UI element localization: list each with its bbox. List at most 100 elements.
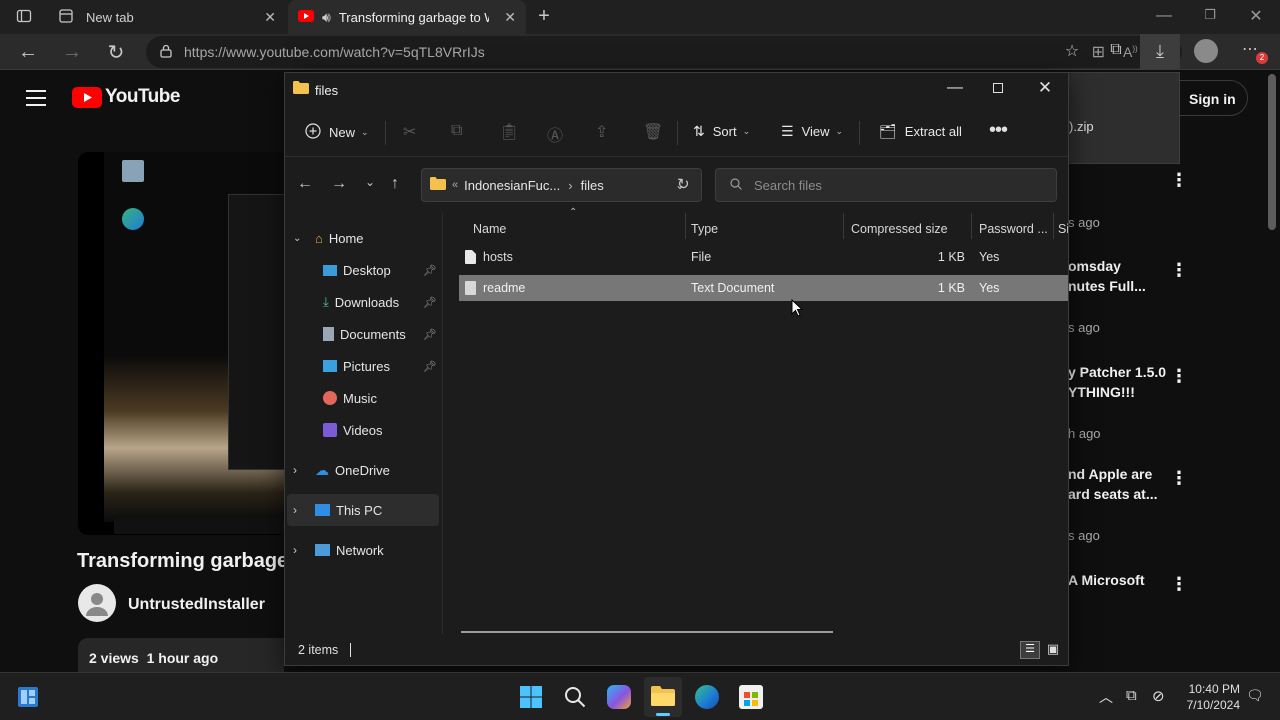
view-button[interactable]: ☰ View ⌄ [781, 123, 843, 140]
clock[interactable]: 10:40 PM 7/10/2024 [1180, 681, 1240, 713]
file-row-hosts[interactable]: hosts File 1 KB Yes [459, 244, 1068, 270]
app-install-icon[interactable]: ⊞ [1092, 42, 1105, 62]
kebab-menu-icon[interactable]: ⋮ [1170, 574, 1188, 595]
recommendation-item[interactable]: nd Apple are ard seats at... s ago ⋮ [1068, 466, 1218, 556]
breadcrumb[interactable]: « IndonesianFuc... › files ⌄ [421, 168, 702, 202]
pin-icon[interactable]: 📌︎ [423, 328, 437, 341]
hamburger-menu-icon[interactable] [26, 90, 46, 106]
nav-item-downloads[interactable]: ⤓ Downloads 📌︎ [285, 286, 443, 318]
speaker-icon[interactable]: 🔊︎ [322, 9, 331, 26]
chevron-right-icon[interactable]: › [293, 503, 307, 517]
column-header-type[interactable]: Type [691, 213, 843, 245]
description-box[interactable]: 2 views 1 hour ago [78, 638, 284, 672]
nav-item-onedrive[interactable]: › ☁ OneDrive [285, 454, 443, 486]
rename-icon[interactable]: Ⓐ [547, 122, 563, 146]
pin-icon[interactable]: 📌︎ [423, 360, 437, 373]
details-view-icon[interactable]: ☰ [1020, 640, 1040, 659]
breadcrumb-current[interactable]: files [581, 178, 604, 193]
column-divider[interactable] [685, 213, 686, 239]
column-header-password[interactable]: Password ... [979, 213, 1053, 245]
nav-item-documents[interactable]: Documents 📌︎ [285, 318, 443, 350]
chevron-right-icon[interactable]: › [293, 543, 307, 557]
cut-icon[interactable]: ✂ [403, 122, 416, 142]
nav-item-music[interactable]: Music [285, 382, 443, 414]
download-filename[interactable]: ).zip [1069, 119, 1094, 134]
store-icon[interactable] [739, 685, 763, 709]
nav-item-network[interactable]: › Network [285, 534, 443, 566]
recommendation-item[interactable]: omsday nutes Full... s ago ⋮ [1068, 258, 1218, 348]
chevron-right-icon[interactable]: › [293, 463, 307, 477]
start-windows-icon[interactable] [519, 685, 543, 709]
minimize-icon[interactable]: — [947, 79, 963, 97]
page-scrollbar[interactable] [1268, 74, 1276, 230]
back-arrow-icon[interactable]: ← [297, 175, 313, 193]
kebab-menu-icon[interactable]: ⋮ [1170, 366, 1188, 387]
edge-icon[interactable] [695, 685, 719, 709]
nav-item-home[interactable]: ⌄ ⌂ Home [285, 222, 443, 254]
forward-arrow-icon[interactable]: → [331, 175, 347, 193]
channel-avatar[interactable] [78, 584, 116, 622]
column-header-name[interactable]: Name [473, 213, 685, 245]
column-header-compressed-size[interactable]: Compressed size [851, 213, 971, 245]
kebab-menu-icon[interactable]: ⋮ [1170, 170, 1188, 191]
new-tab-plus-icon[interactable]: + [534, 5, 554, 28]
recommendation-item[interactable]: y Patcher 1.5.0 YTHING!!! h ago ⋮ [1068, 364, 1218, 454]
refresh-icon[interactable]: ↻ [677, 175, 690, 193]
recommendation-item[interactable]: ⋮ s ago [1068, 170, 1218, 240]
chevron-down-icon[interactable]: ⌄ [293, 233, 307, 244]
close-icon[interactable]: ✕ [1037, 78, 1053, 98]
nav-item-this-pc[interactable]: › This PC [287, 494, 439, 526]
file-explorer-taskbar-button[interactable] [644, 677, 682, 717]
downloads-button[interactable]: ⤓ [1140, 34, 1180, 69]
column-header-size[interactable]: Si [1058, 213, 1068, 245]
pin-icon[interactable]: 📌︎ [423, 264, 437, 277]
close-window-icon[interactable]: ✕ [1248, 6, 1264, 26]
column-divider[interactable] [971, 213, 972, 239]
restore-icon[interactable]: ❐ [1202, 7, 1218, 23]
column-divider[interactable] [1053, 213, 1054, 239]
overflow-chevron-icon[interactable]: « [452, 179, 458, 191]
widgets-icon[interactable] [17, 686, 39, 708]
maximize-icon[interactable] [993, 83, 1003, 93]
search-input[interactable]: Search files [715, 168, 1057, 202]
close-icon[interactable]: ✕ [264, 9, 276, 26]
nav-item-videos[interactable]: Videos [285, 414, 443, 446]
refresh-icon[interactable]: ↻ [104, 40, 128, 65]
display-icon[interactable]: ⧉ [1126, 687, 1137, 704]
paste-icon[interactable]: 📋︎ [499, 122, 519, 142]
video-player[interactable] [78, 152, 288, 535]
youtube-logo[interactable]: YouTube [72, 86, 180, 108]
tab-actions-icon[interactable] [12, 8, 36, 26]
nav-item-pictures[interactable]: Pictures 📌︎ [285, 350, 443, 382]
breadcrumb-parent[interactable]: IndonesianFuc... [464, 178, 560, 193]
tab-new-tab[interactable]: New tab ✕ [48, 0, 286, 34]
profile-avatar[interactable] [1194, 39, 1218, 63]
collections-icon[interactable]: ⧉ [1106, 41, 1126, 59]
search-icon[interactable] [564, 686, 586, 713]
url-bar[interactable]: https://www.youtube.com/watch?v=5qTL8VRr… [146, 36, 1182, 68]
see-more-icon[interactable]: ••• [989, 119, 1008, 142]
kebab-menu-icon[interactable]: ⋮ [1170, 260, 1188, 281]
nav-item-desktop[interactable]: Desktop 📌︎ [285, 254, 443, 286]
recent-locations-chevron-icon[interactable]: ⌄ [365, 175, 375, 189]
favorites-icon[interactable]: ☆ [1062, 41, 1082, 61]
channel-name[interactable]: UntrustedInstaller [128, 596, 265, 614]
copy-icon[interactable]: ⧉ [451, 122, 462, 140]
pin-icon[interactable]: 📌︎ [423, 296, 437, 309]
minimize-icon[interactable]: — [1156, 7, 1172, 25]
share-icon[interactable]: ⇪ [595, 122, 608, 142]
file-row-readme[interactable]: readme Text Document 1 KB Yes [459, 275, 1068, 301]
column-divider[interactable] [843, 213, 844, 239]
horizontal-scrollbar[interactable] [461, 631, 833, 633]
notifications-icon[interactable]: 🗨︎ [1246, 687, 1264, 704]
up-arrow-icon[interactable]: ↑ [391, 175, 399, 193]
close-icon[interactable]: ✕ [504, 9, 516, 26]
kebab-menu-icon[interactable]: ⋮ [1170, 468, 1188, 489]
tiles-view-icon[interactable]: ▣ [1044, 641, 1062, 659]
sort-button[interactable]: ⇅ Sort ⌄ [693, 123, 750, 140]
back-arrow-icon[interactable]: ← [16, 41, 40, 64]
new-button[interactable]: New ⌄ [305, 123, 369, 142]
tab-youtube[interactable]: 🔊︎ Transforming garbage to W ✕ [288, 0, 526, 34]
forward-arrow-icon[interactable]: → [60, 41, 84, 64]
extract-all-button[interactable]: 🗂︎ Extract all [879, 123, 962, 140]
